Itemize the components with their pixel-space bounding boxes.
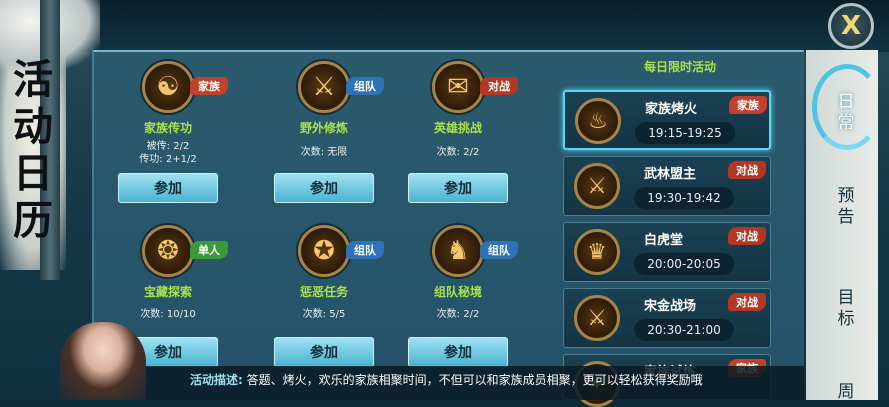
daily-activity-card[interactable]: ⚔ 武林盟主 19:30-19:42 对战 <box>563 156 771 216</box>
daily-activity-name: 家族烤火 <box>645 102 698 117</box>
daily-activity-name: 宋金战场 <box>644 299 697 314</box>
tag-badge: 对战 <box>728 227 766 245</box>
activity-stat: 次数: 2/2 <box>436 147 480 158</box>
activity-name: 组队秘境 <box>433 285 482 299</box>
daily-activity-time: 19:30-19:42 <box>634 187 734 209</box>
join-button[interactable]: 参加 <box>408 173 508 203</box>
activity-stat: 传功: 2+1/2 <box>139 154 197 165</box>
activity-card: ✪ 组队 惩恶任务 次数: 5/5 参加 <box>254 219 394 379</box>
tab-preview[interactable]: 预告 <box>828 186 864 228</box>
activity-description: 活动描述: 答题、烤火，欢乐的家族相聚时间，不但可以和家族成员相聚，更可以轻松获… <box>140 366 804 400</box>
activity-name: 家族传功 <box>143 121 192 135</box>
activity-card: ☯ 家族 家族传功 被传: 2/2 传功: 2+1/2 参加 <box>98 55 238 215</box>
daily-activity-time: 19:15-19:25 <box>635 122 735 144</box>
tab-goal[interactable]: 目标 <box>828 288 864 330</box>
character-portrait <box>60 322 146 400</box>
activity-stat: 次数: 10/10 <box>140 309 196 320</box>
join-button[interactable]: 参加 <box>408 337 508 367</box>
scroll-icon[interactable]: ✉ <box>432 61 484 113</box>
title-char: 动 <box>13 103 53 150</box>
crossed-swords-icon: ⚔ <box>574 163 620 209</box>
activity-name: 惩恶任务 <box>299 285 348 299</box>
treasure-icon[interactable]: ❂ <box>142 225 194 277</box>
tab-label: 目标 <box>837 288 855 329</box>
activity-card: ⚔ 组队 野外修炼 次数: 无限 参加 <box>254 55 394 215</box>
activity-card: ✉ 对战 英雄挑战 次数: 2/2 参加 <box>388 55 528 215</box>
title-char: 活 <box>13 56 53 103</box>
crossed-swords-icon[interactable]: ⚔ <box>298 61 350 113</box>
tag-badge: 对战 <box>728 161 766 179</box>
activity-card: ♞ 组队 组队秘境 次数: 2/2 参加 <box>388 219 528 379</box>
activity-grid: ☯ 家族 家族传功 被传: 2/2 传功: 2+1/2 参加 ⚔ 组队 野外修炼… <box>98 55 550 400</box>
join-button[interactable]: 参加 <box>118 173 218 203</box>
tag-badge: 家族 <box>190 77 228 95</box>
tab-label: 预告 <box>837 186 855 227</box>
punish-evil-icon[interactable]: ✪ <box>298 225 350 277</box>
title-char: 历 <box>13 197 53 244</box>
title-char: 日 <box>13 150 53 197</box>
activity-stat: 次数: 5/5 <box>302 309 346 320</box>
tag-badge: 对战 <box>728 293 766 311</box>
battlefield-icon: ⚔ <box>574 295 620 341</box>
tab-daily[interactable]: 日常 <box>828 92 864 134</box>
join-button[interactable]: 参加 <box>274 337 374 367</box>
activity-stat: 次数: 无限 <box>300 147 348 158</box>
tag-badge: 单人 <box>190 241 228 259</box>
daily-heading: 每日限时活动 <box>643 60 716 74</box>
tag-badge: 家族 <box>729 96 767 114</box>
family-transmit-icon[interactable]: ☯ <box>142 61 194 113</box>
tag-badge: 组队 <box>346 241 384 259</box>
top-bar <box>0 0 889 52</box>
tag-badge: 组队 <box>480 241 518 259</box>
activity-name: 宝藏探索 <box>143 285 192 299</box>
dragon-icon[interactable]: ♞ <box>432 225 484 277</box>
tab-label: 日常 <box>837 92 855 133</box>
daily-activity-card[interactable]: ⚔ 宋金战场 20:30-21:00 对战 <box>563 288 771 348</box>
tag-badge: 对战 <box>480 77 518 95</box>
daily-activity-time: 20:30-21:00 <box>634 319 734 341</box>
daily-activity-card[interactable]: ♨ 家族烤火 19:15-19:25 家族 <box>563 90 771 150</box>
white-tiger-icon: ♛ <box>574 229 620 275</box>
daily-activity-time: 20:00-20:05 <box>634 253 734 275</box>
join-button[interactable]: 参加 <box>274 173 374 203</box>
tag-badge: 组队 <box>346 77 384 95</box>
daily-activity-card[interactable]: ♛ 白虎堂 20:00-20:05 对战 <box>563 222 771 282</box>
close-button[interactable]: X <box>828 3 874 49</box>
activity-name: 英雄挑战 <box>433 121 482 135</box>
description-label: 活动描述: <box>190 373 243 387</box>
activity-stat: 次数: 2/2 <box>436 309 480 320</box>
daily-activity-name: 白虎堂 <box>644 233 684 248</box>
page-title: 活 动 日 历 <box>8 56 58 244</box>
activity-name: 野外修炼 <box>299 121 348 135</box>
daily-activity-name: 武林盟主 <box>644 167 697 182</box>
bonfire-icon: ♨ <box>575 98 621 144</box>
description-text: 答题、烤火，欢乐的家族相聚时间，不但可以和家族成员相聚，更可以轻松获得奖励哦 <box>246 373 703 387</box>
